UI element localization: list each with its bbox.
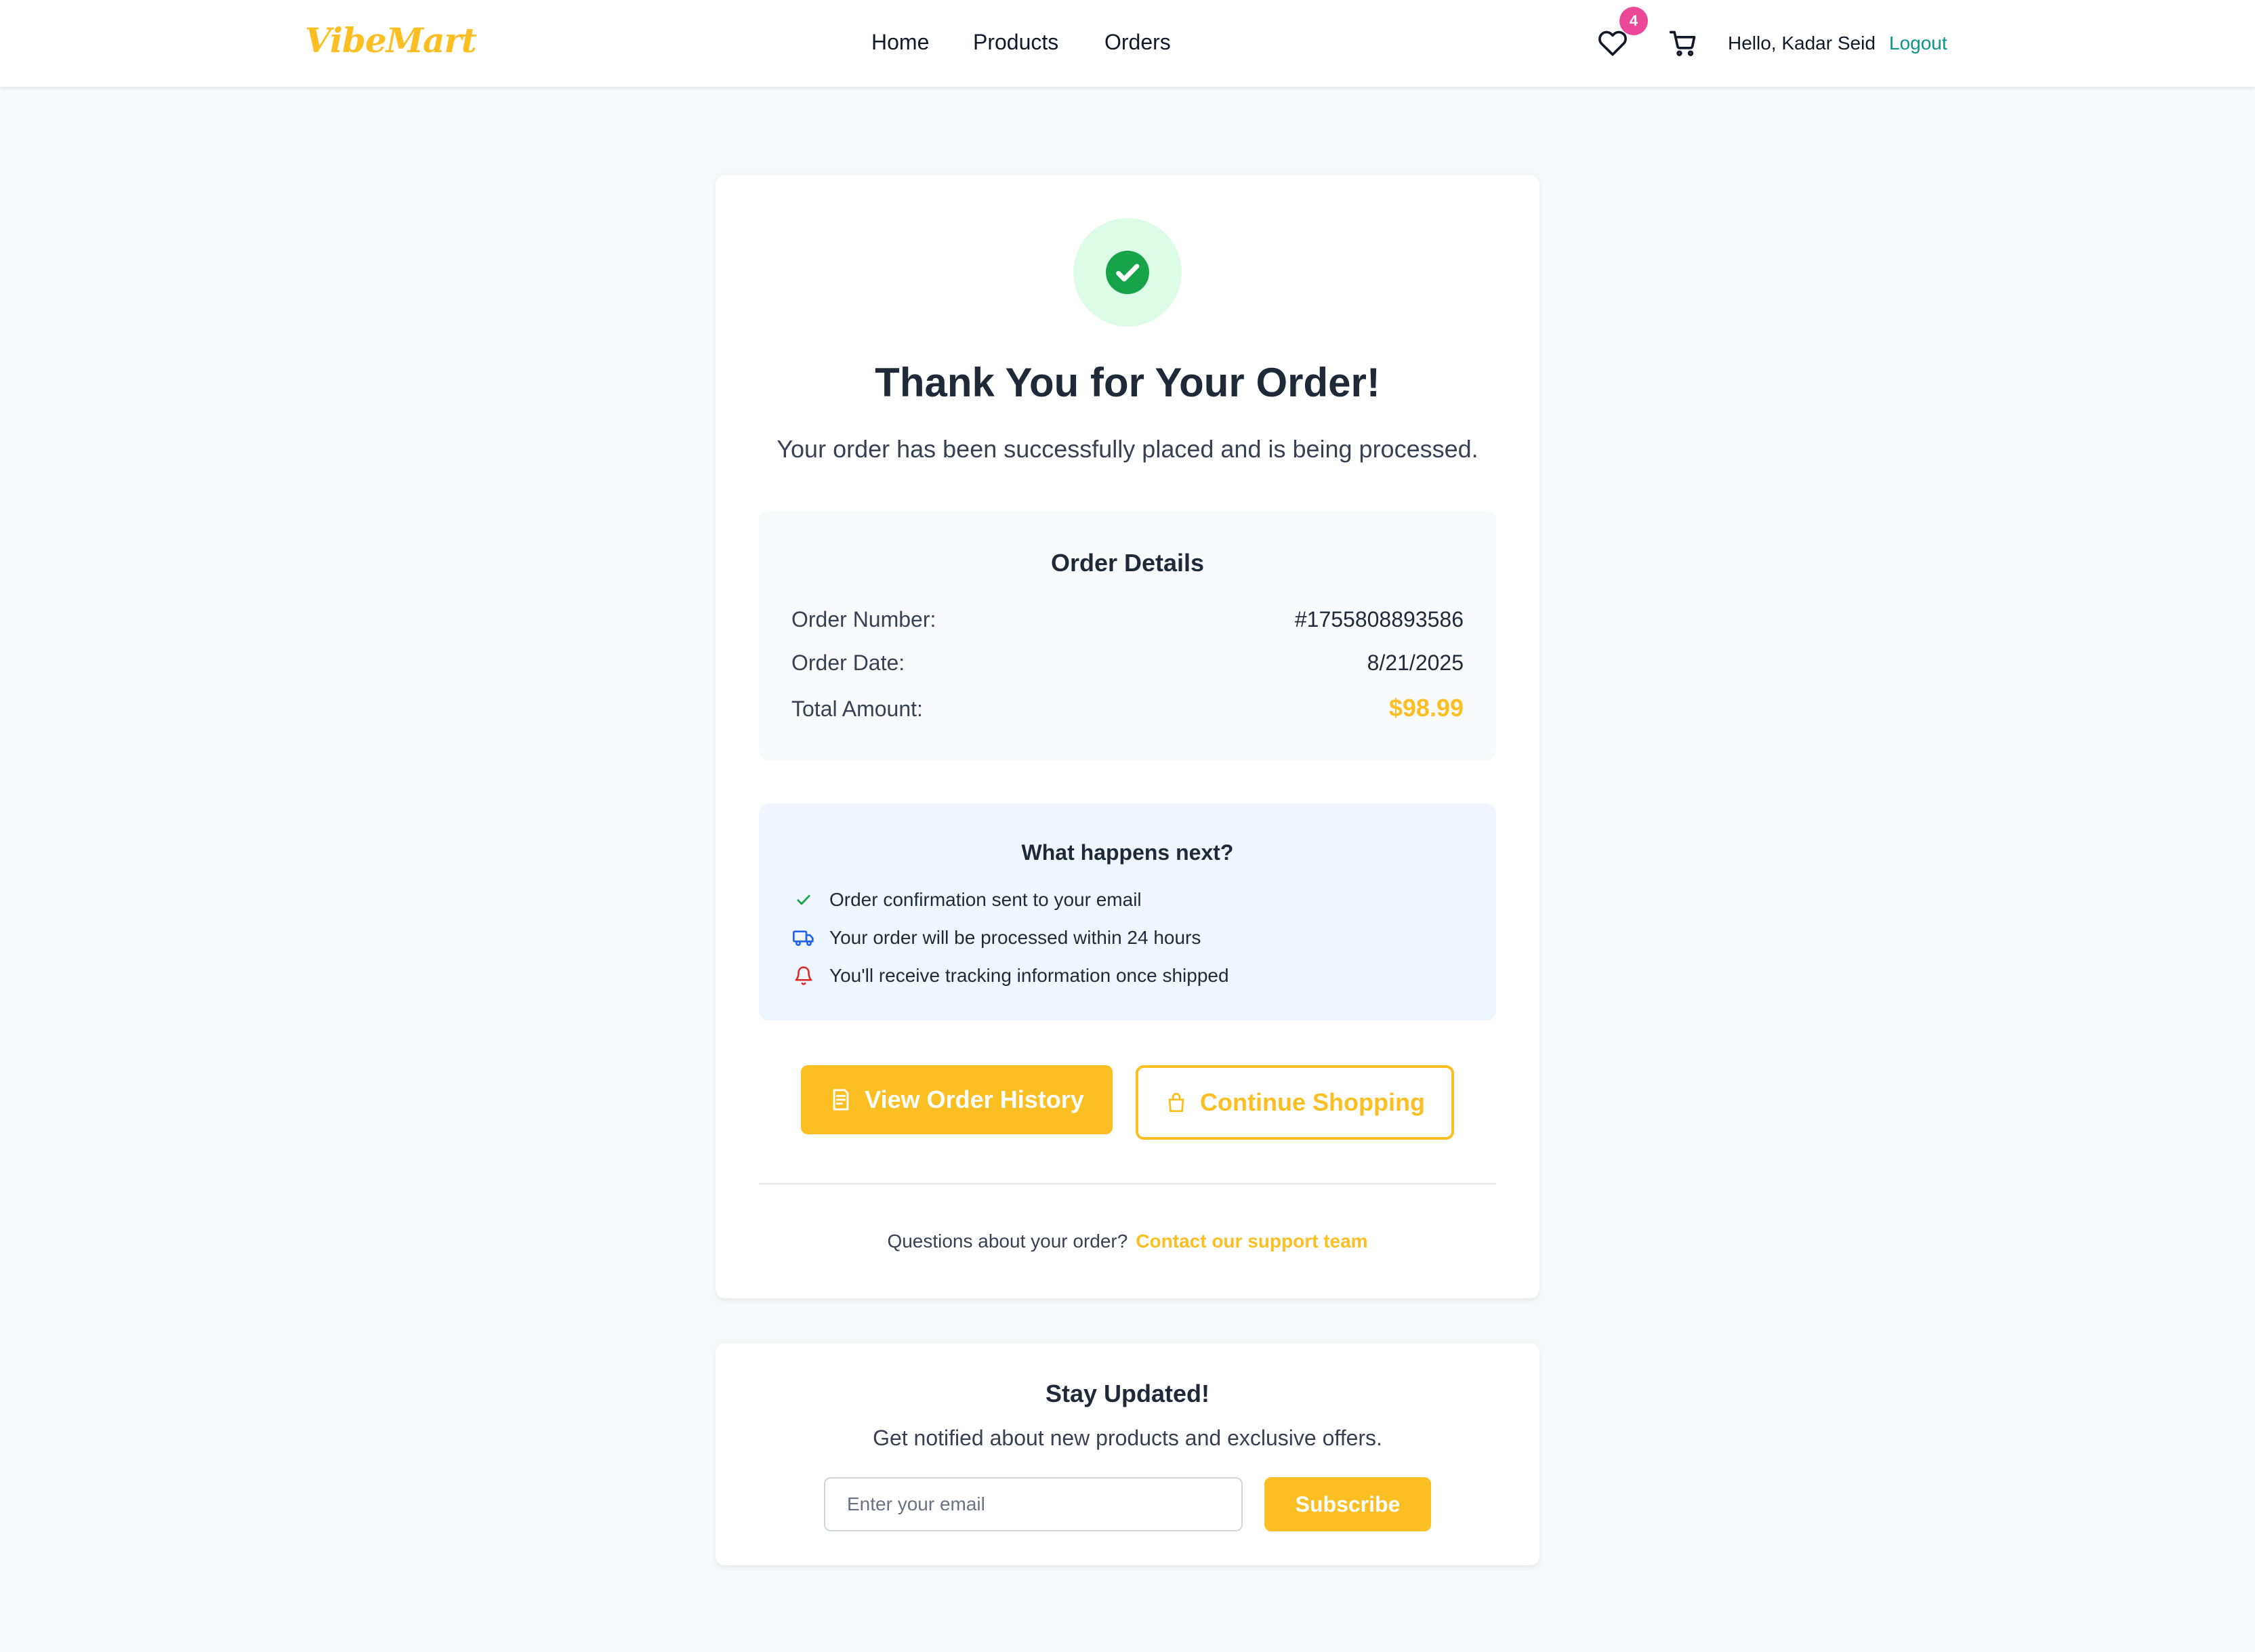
next-step-item: Your order will be processed within 24 h… bbox=[791, 924, 1201, 951]
top-navbar: VibeMart Home Products Orders 4 Hello, K… bbox=[0, 0, 2255, 87]
order-date-value: 8/21/2025 bbox=[1367, 651, 1464, 675]
newsletter-email-input[interactable] bbox=[824, 1477, 1243, 1531]
logout-link[interactable]: Logout bbox=[1889, 33, 1947, 54]
nav-orders-link[interactable]: Orders bbox=[1104, 30, 1171, 55]
heart-icon bbox=[1598, 30, 1627, 56]
next-step-item: You'll receive tracking information once… bbox=[791, 962, 1229, 989]
support-line: Questions about your order? Contact our s… bbox=[716, 1231, 1539, 1252]
nav-home-link[interactable]: Home bbox=[871, 30, 929, 55]
section-divider bbox=[759, 1183, 1496, 1184]
order-number-label: Order Number: bbox=[791, 607, 936, 632]
order-number-value: #1755808893586 bbox=[1294, 607, 1464, 632]
view-order-history-label: View Order History bbox=[865, 1086, 1084, 1113]
next-step-text: Order confirmation sent to your email bbox=[829, 889, 1142, 910]
total-amount-value: $98.99 bbox=[1388, 694, 1464, 722]
next-step-item: Order confirmation sent to your email bbox=[791, 886, 1142, 913]
support-text: Questions about your order? bbox=[887, 1231, 1128, 1252]
view-order-history-button[interactable]: View Order History bbox=[801, 1065, 1113, 1134]
page-title: Thank You for Your Order! bbox=[875, 360, 1380, 405]
nav-products-link[interactable]: Products bbox=[973, 30, 1058, 55]
bell-icon bbox=[791, 964, 816, 988]
next-step-text: You'll receive tracking information once… bbox=[829, 965, 1229, 986]
order-date-label: Order Date: bbox=[791, 651, 905, 675]
receipt-icon bbox=[833, 1089, 849, 1111]
check-icon bbox=[791, 888, 816, 912]
wishlist-count-badge: 4 bbox=[1619, 7, 1648, 35]
order-details-title: Order Details bbox=[1050, 549, 1205, 577]
continue-shopping-button[interactable]: Continue Shopping bbox=[1136, 1065, 1454, 1140]
cart-button[interactable] bbox=[1666, 26, 1701, 61]
continue-shopping-label: Continue Shopping bbox=[1200, 1088, 1425, 1116]
check-circle-icon bbox=[1106, 251, 1149, 294]
confirmation-subtitle: Your order has been successfully placed … bbox=[777, 435, 1478, 463]
newsletter-card bbox=[716, 1343, 1539, 1565]
next-step-text: Your order will be processed within 24 h… bbox=[829, 927, 1201, 948]
newsletter-title: Stay Updated! bbox=[1045, 1380, 1210, 1407]
truck-icon bbox=[791, 926, 816, 950]
cart-icon bbox=[1669, 30, 1696, 56]
next-steps-title: What happens next? bbox=[1021, 840, 1234, 865]
user-greeting: Hello, Kadar Seid bbox=[1728, 33, 1876, 54]
success-badge bbox=[1073, 218, 1182, 327]
contact-support-link[interactable]: Contact our support team bbox=[1136, 1231, 1367, 1252]
subscribe-button[interactable]: Subscribe bbox=[1264, 1477, 1431, 1531]
total-amount-label: Total Amount: bbox=[791, 697, 923, 721]
shopping-bag-icon bbox=[1168, 1092, 1184, 1113]
newsletter-subtitle: Get notified about new products and excl… bbox=[873, 1426, 1382, 1450]
